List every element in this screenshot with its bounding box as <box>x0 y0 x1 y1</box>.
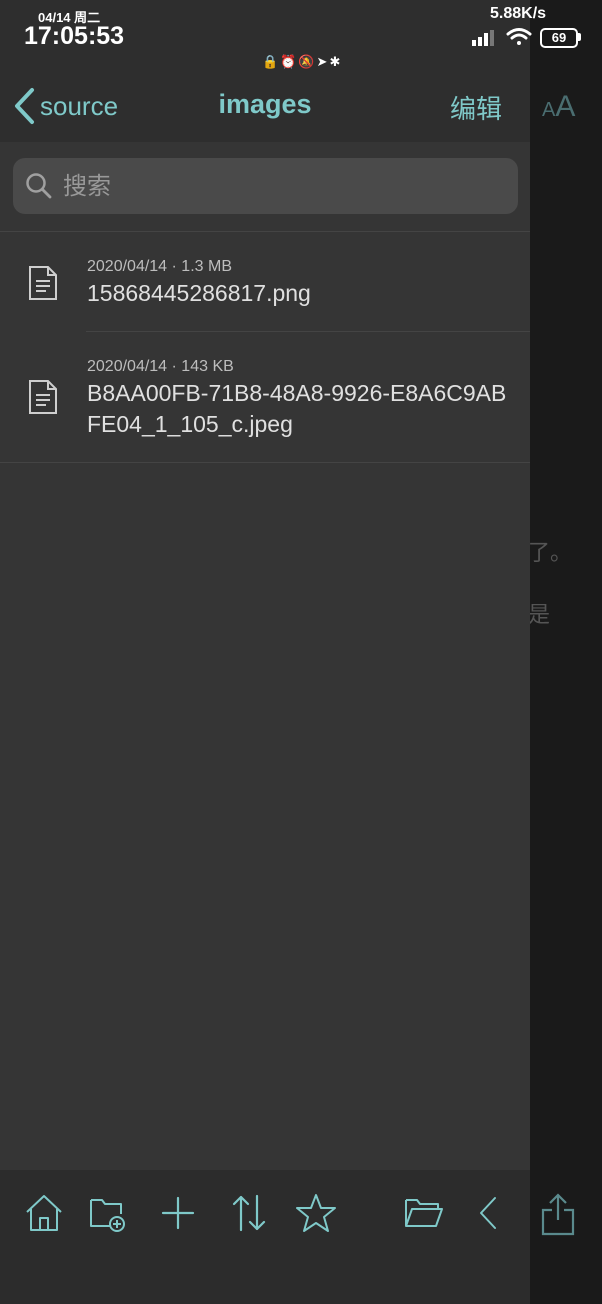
status-indicator-icons: 🔒⏰🔕➤✱ <box>262 55 343 70</box>
battery-nub <box>578 33 581 41</box>
search-icon <box>26 173 52 199</box>
file-name: 15868445286817.png <box>87 280 311 306</box>
home-icon[interactable] <box>24 1192 64 1234</box>
wifi-icon <box>506 27 532 47</box>
sort-icon[interactable] <box>229 1192 269 1234</box>
editor-text-fragment: 是 <box>528 603 551 628</box>
editor-text-fragment: 了。 <box>528 541 573 566</box>
bottom-toolbar <box>0 1170 530 1304</box>
favorite-icon[interactable] <box>296 1192 336 1234</box>
file-meta: 2020/04/14 · 1.3 MB <box>87 258 232 275</box>
search-input[interactable] <box>61 171 485 201</box>
file-row[interactable]: 2020/04/14 · 1.3 MB 15868445286817.png <box>0 232 530 331</box>
network-speed: 5.88K/s <box>490 5 547 22</box>
add-icon[interactable] <box>158 1192 198 1234</box>
share-icon[interactable] <box>540 1192 576 1236</box>
back-icon[interactable] <box>468 1192 508 1234</box>
font-size-big: A <box>555 90 576 123</box>
battery-indicator: 69 <box>540 28 578 48</box>
folder-icon[interactable] <box>404 1192 444 1234</box>
search-bar[interactable] <box>13 158 518 214</box>
cellular-signal-icon <box>472 30 498 46</box>
font-size-small: A <box>542 99 556 121</box>
editor-background <box>530 0 602 1304</box>
status-time: 17:05:53 <box>24 22 125 50</box>
document-icon <box>28 265 58 301</box>
new-folder-icon[interactable] <box>88 1192 128 1234</box>
file-meta: 2020/04/14 · 143 KB <box>87 358 234 375</box>
file-name: B8AA00FB-71B8-48A8-9926-E8A6C9ABFE04_1_1… <box>87 380 507 437</box>
font-size-icon[interactable]: AA <box>542 90 575 124</box>
edit-button[interactable]: 编辑 <box>450 89 502 126</box>
file-row[interactable]: 2020/04/14 · 143 KB B8AA00FB-71B8-48A8-9… <box>0 332 530 462</box>
document-icon <box>28 379 58 415</box>
divider <box>0 462 530 463</box>
